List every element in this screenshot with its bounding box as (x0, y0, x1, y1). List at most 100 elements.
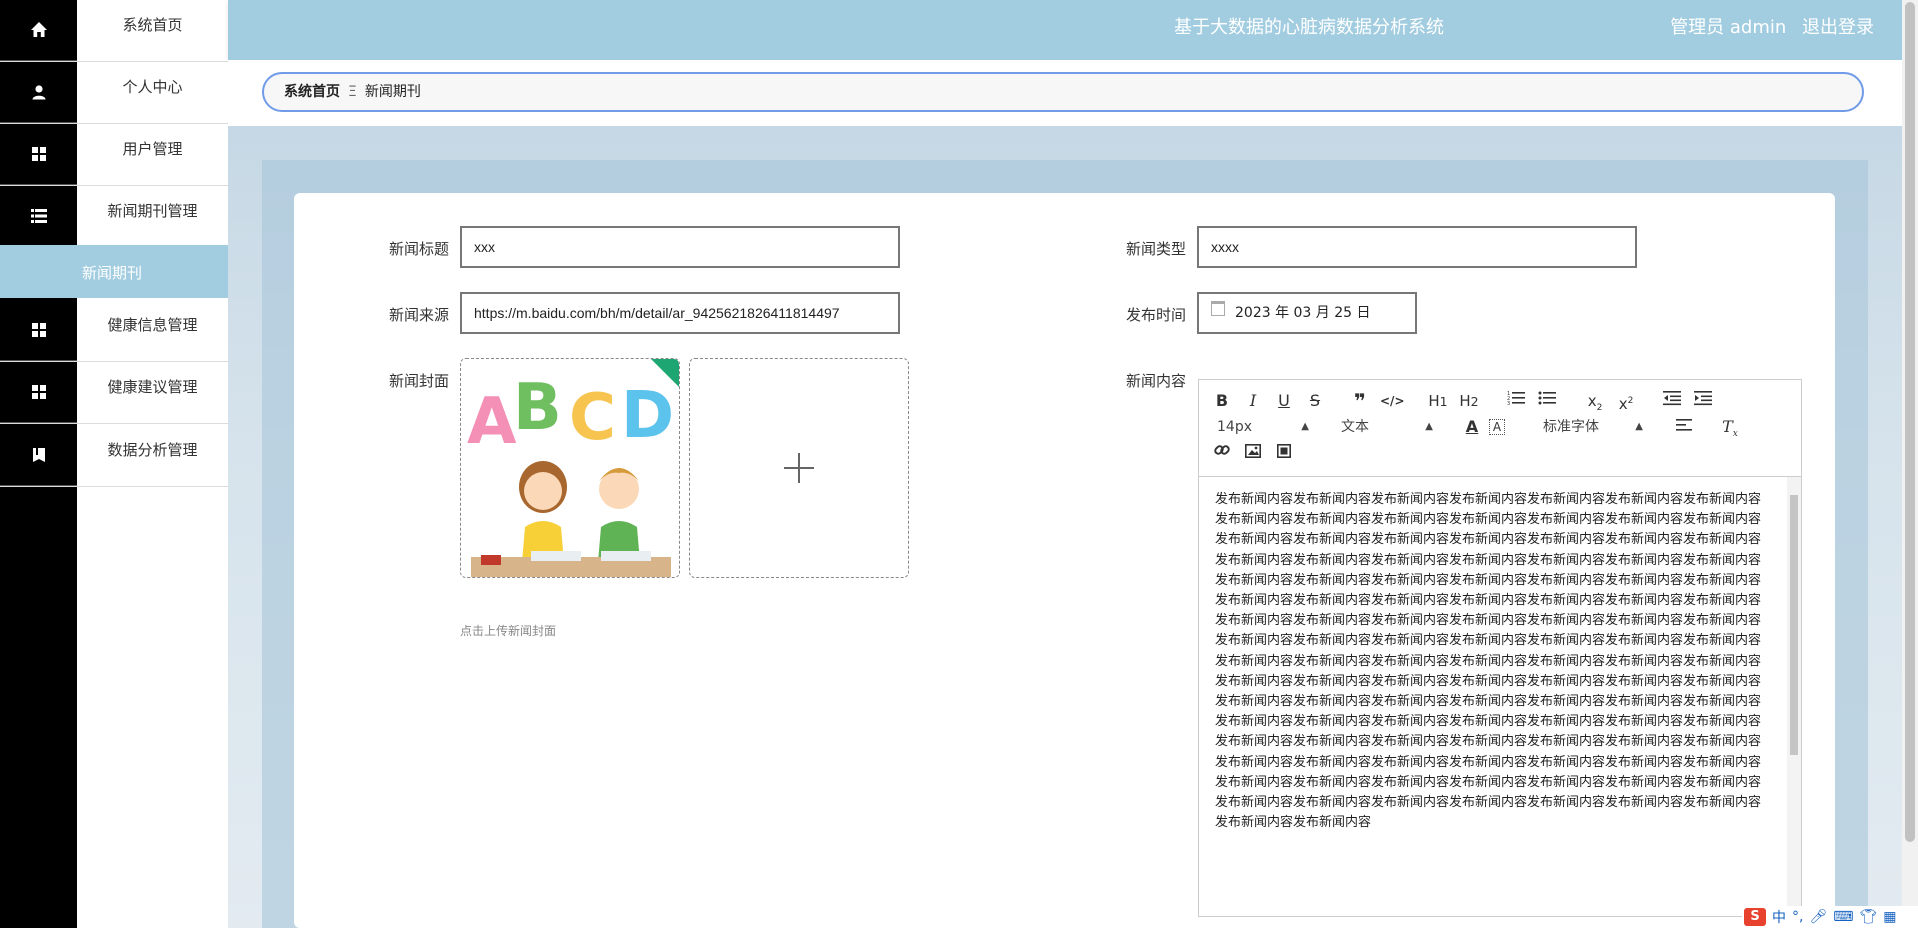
page-scrollbar[interactable] (1902, 0, 1918, 928)
cover-letter-a: A (467, 385, 517, 459)
sidebar-item-profile[interactable]: 个人中心 (0, 62, 228, 124)
ordered-list-icon[interactable]: 123 (1505, 390, 1527, 412)
title-label: 新闻标题 (388, 240, 449, 258)
select-arrow-icon: ▲ (1301, 421, 1309, 432)
font-family-select[interactable]: 标准字体 ▲ (1543, 416, 1643, 438)
outdent-icon[interactable] (1661, 390, 1683, 412)
image-icon[interactable] (1242, 442, 1264, 464)
align-icon[interactable] (1673, 416, 1695, 438)
superscript-icon[interactable]: x2 (1615, 390, 1637, 413)
cover-letter-d: D (621, 379, 674, 453)
skin-icon[interactable]: 👕︎ (1859, 909, 1877, 925)
cover-letter-c: C (569, 381, 616, 455)
sidebar-item-label: 新闻期刊管理 (107, 202, 198, 220)
sidebar-item-label: 系统首页 (122, 16, 183, 34)
heading2-icon[interactable]: H2 (1458, 390, 1480, 412)
blockquote-icon[interactable]: ❞ (1349, 390, 1371, 412)
sidebar-item-label: 健康建议管理 (107, 378, 198, 396)
font-size-select[interactable]: 14px ▲ (1217, 416, 1309, 438)
user-area: 管理员 admin 退出登录 (1660, 0, 1874, 56)
underline-icon[interactable]: U (1273, 390, 1295, 412)
grid-icon (0, 124, 77, 185)
select-arrow-icon: ▲ (1635, 421, 1643, 432)
sidebar-item-home[interactable]: 系统首页 (0, 0, 228, 62)
time-label: 发布时间 (1125, 306, 1186, 324)
page-scroll-thumb[interactable] (1905, 2, 1915, 842)
bold-icon[interactable]: B (1211, 390, 1233, 412)
logout-link[interactable]: 退出登录 (1802, 17, 1874, 38)
editor-toolbar: B I U S ❞ </> H1 H2 123 x2 x2 14px ▲ 文本 ▲ … (1199, 380, 1801, 477)
sidebar-item-label: 健康信息管理 (107, 316, 198, 334)
subscript-icon[interactable]: x2 (1584, 390, 1606, 413)
sidebar-item-users[interactable]: 用户管理 (0, 124, 228, 186)
link-icon[interactable] (1211, 442, 1233, 464)
cover-label: 新闻封面 (388, 372, 449, 390)
bullet-list-icon[interactable] (1536, 390, 1558, 412)
heading1-icon[interactable]: H1 (1427, 390, 1449, 412)
rich-text-editor: B I U S ❞ </> H1 H2 123 x2 x2 14px ▲ 文本 ▲ … (1198, 379, 1802, 917)
book-icon (0, 425, 77, 486)
breadcrumb-separator: Ξ (348, 84, 357, 100)
sogou-logo-icon[interactable]: S (1744, 908, 1766, 926)
list-icon (0, 186, 77, 247)
type-label: 新闻类型 (1125, 240, 1186, 258)
font-family-value: 标准字体 (1543, 419, 1599, 435)
select-arrow-icon: ▲ (1425, 421, 1433, 432)
sidebar-item-label: 新闻期刊 (82, 264, 143, 282)
breadcrumb-bar: 系统首页 Ξ 新闻期刊 (228, 60, 1902, 126)
source-input[interactable]: https://m.baidu.com/bh/m/detail/ar_94256… (460, 292, 900, 334)
breadcrumb-home[interactable]: 系统首页 (284, 84, 340, 100)
editor-scrollbar[interactable] (1787, 477, 1801, 916)
text-style-value: 文本 (1341, 419, 1369, 435)
indent-icon[interactable] (1692, 390, 1714, 412)
background-color-icon[interactable]: A (1489, 419, 1505, 435)
cover-upload-button[interactable] (689, 358, 909, 578)
sidebar-item-news[interactable]: 新闻期刊 (0, 245, 228, 298)
app-title: 基于大数据的心脏病数据分析系统 (1174, 17, 1444, 38)
user-label: 管理员 admin (1670, 17, 1787, 38)
content-label: 新闻内容 (1125, 372, 1186, 390)
home-icon (0, 0, 77, 61)
sidebar: 系统首页 个人中心 用户管理 新闻期刊管理 新闻期刊 健康信息管理 健康建议管理 (0, 0, 228, 928)
sidebar-item-label: 用户管理 (122, 140, 183, 158)
cover-letter-b: B (513, 371, 562, 445)
microphone-icon[interactable]: 🎤︎ (1809, 909, 1827, 925)
ime-lang[interactable]: 中 (1772, 907, 1786, 927)
title-input[interactable]: xxx (460, 226, 900, 268)
keyboard-icon[interactable]: ⌨ (1833, 909, 1853, 925)
breadcrumb: 系统首页 Ξ 新闻期刊 (262, 72, 1864, 112)
plus-icon (784, 453, 814, 483)
top-header: 基于大数据的心脏病数据分析系统 管理员 admin 退出登录 (228, 0, 1902, 60)
calendar-icon (1211, 300, 1225, 316)
code-block-icon[interactable]: </> (1380, 390, 1405, 412)
ime-toolbar: S 中 °, 🎤︎ ⌨ 👕︎ ▦ (1742, 906, 1918, 928)
toolbox-icon[interactable]: ▦ (1883, 909, 1896, 925)
text-style-select[interactable]: 文本 ▲ (1341, 416, 1433, 438)
sidebar-item-health-advice[interactable]: 健康建议管理 (0, 362, 228, 424)
strikethrough-icon[interactable]: S (1304, 390, 1326, 412)
cover-upload-hint: 点击上传新闻封面 (460, 624, 557, 638)
sidebar-item-news-admin[interactable]: 新闻期刊管理 (0, 186, 228, 248)
publish-date-picker[interactable]: 2023 年 03 月 25 日 (1197, 292, 1417, 334)
sidebar-item-label: 个人中心 (122, 78, 183, 96)
sidebar-item-data-analysis[interactable]: 数据分析管理 (0, 425, 228, 487)
svg-text:3: 3 (1507, 401, 1510, 406)
type-input[interactable]: xxxx (1197, 226, 1637, 268)
font-size-value: 14px (1217, 419, 1252, 435)
editor-scroll-thumb[interactable] (1790, 495, 1798, 755)
italic-icon[interactable]: I (1242, 390, 1264, 412)
video-icon[interactable] (1273, 442, 1295, 464)
grid-icon (0, 300, 77, 361)
user-icon (0, 62, 77, 123)
breadcrumb-current: 新闻期刊 (364, 84, 421, 100)
cover-image-preview[interactable]: A B C D (460, 358, 680, 578)
clear-format-icon[interactable]: Tx (1719, 416, 1741, 439)
font-color-icon[interactable]: A (1461, 416, 1483, 438)
editor-content[interactable]: 发布新闻内容发布新闻内容发布新闻内容发布新闻内容发布新闻内容发布新闻内容发布新闻… (1215, 490, 1763, 833)
date-value: 2023 年 03 月 25 日 (1235, 305, 1371, 321)
sidebar-item-health-info[interactable]: 健康信息管理 (0, 300, 228, 362)
cover-image: A B C D (461, 359, 679, 577)
ime-punct[interactable]: °, (1792, 909, 1803, 925)
source-label: 新闻来源 (388, 306, 449, 324)
grid-icon (0, 362, 77, 423)
